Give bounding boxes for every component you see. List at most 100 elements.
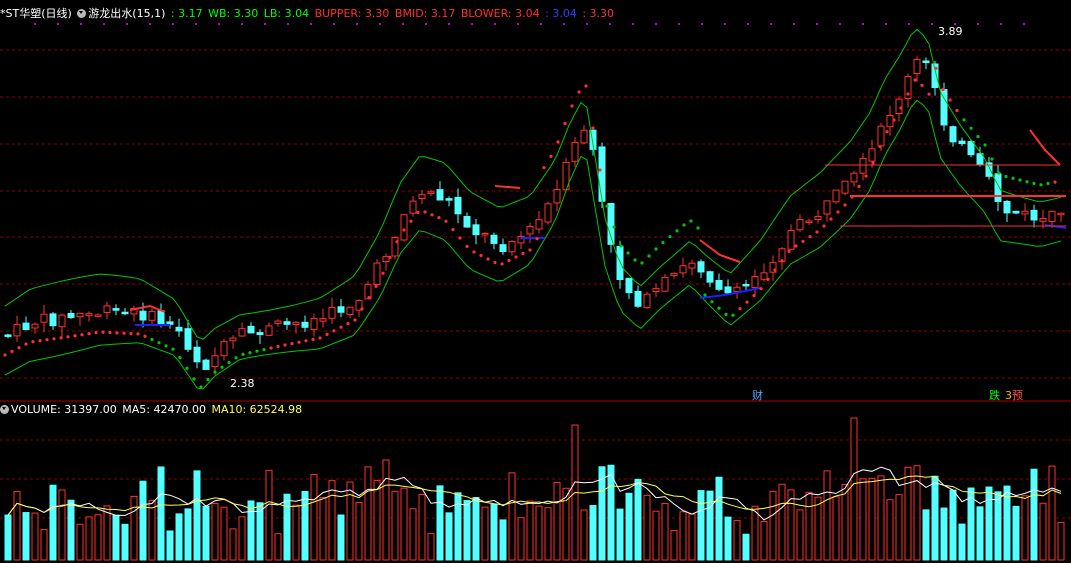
volume-bar-up	[679, 511, 687, 561]
up-candle	[292, 321, 300, 326]
sar-dot	[115, 331, 119, 335]
sar-dot	[787, 249, 791, 253]
indicator-menu-icon[interactable]	[77, 9, 87, 18]
price-chart[interactable]	[3, 23, 1067, 390]
sar-dot	[52, 337, 56, 341]
down-candle	[949, 126, 957, 143]
volume-bar-up	[832, 496, 840, 561]
forecast-marker[interactable]: 3预	[1005, 387, 1023, 403]
down-candle	[625, 277, 633, 294]
up-candle	[400, 214, 408, 241]
sar-dot	[311, 337, 315, 341]
sar-dot	[640, 261, 644, 265]
volume-bar-up	[1048, 465, 1056, 561]
volume-bar-down	[1012, 505, 1020, 561]
volume-bar-up	[31, 512, 39, 561]
volume-bar-down	[175, 513, 183, 561]
volume-bar-up	[661, 503, 669, 561]
sar-dot	[584, 84, 588, 88]
sar-dot	[710, 300, 714, 304]
up-candle	[877, 125, 885, 147]
volume-bar-down	[589, 505, 597, 561]
down-candle	[922, 60, 930, 63]
sar-dot	[556, 140, 560, 144]
down-candle	[472, 224, 480, 236]
sar-dot	[626, 251, 630, 255]
sar-dot	[45, 338, 49, 342]
sar-dot	[521, 251, 525, 256]
low-price-label: 2.38	[230, 377, 255, 390]
sar-dot	[962, 118, 966, 122]
sar-dot	[570, 104, 574, 108]
sar-dot	[416, 210, 420, 215]
up-candle	[868, 148, 876, 162]
chart-title[interactable]: *ST华塑(日线)	[0, 7, 72, 20]
drop-marker[interactable]: 跌	[989, 387, 1000, 403]
top-marker-dot	[172, 23, 174, 25]
top-marker-dot	[701, 23, 703, 25]
sar-dot	[857, 184, 861, 189]
indicator-name[interactable]: 游龙出水(15,1)	[88, 7, 165, 20]
sar-dot	[605, 204, 609, 208]
top-marker-dot	[862, 23, 864, 25]
top-marker-dot	[540, 23, 542, 25]
top-marker-dot	[609, 23, 611, 25]
top-marker-dot	[839, 23, 841, 25]
sar-dot	[465, 244, 469, 248]
volume-bar-down	[472, 497, 480, 561]
sar-dot	[801, 239, 805, 243]
main-indicator-header: *ST华塑(日线) 游龙出水(15,1) : 3.17 WB: 3.30 LB:…	[0, 7, 616, 21]
volume-chart[interactable]	[4, 417, 1065, 561]
volume-bar-up	[652, 510, 660, 561]
up-candle	[661, 277, 669, 292]
sar-dot	[528, 248, 532, 252]
volume-bar-down	[112, 514, 120, 561]
down-candle	[499, 244, 507, 252]
sar-dot	[843, 203, 847, 207]
up-candle	[238, 328, 246, 337]
volume-bar-down	[247, 500, 255, 561]
top-marker-dot	[356, 23, 358, 25]
volume-bar-down	[157, 466, 165, 561]
up-candle	[373, 262, 381, 285]
volume-bar-up	[94, 514, 102, 561]
sar-dot	[185, 366, 189, 370]
down-candle	[742, 283, 750, 287]
sar-dot	[17, 346, 21, 350]
volume-bar-up	[211, 502, 219, 561]
down-candle	[247, 325, 255, 334]
wb-value: WB: 3.30	[208, 7, 259, 20]
volume-bar-up	[427, 533, 435, 561]
sar-dot	[948, 98, 952, 102]
up-candle	[544, 203, 552, 223]
volume-bar-up	[859, 478, 867, 561]
sar-dot	[871, 161, 875, 165]
volume-menu-icon[interactable]	[0, 405, 9, 414]
top-marker-dot	[977, 23, 979, 25]
sar-dot	[542, 166, 546, 170]
top-marker-dot	[471, 23, 473, 25]
finance-marker[interactable]: 财	[752, 387, 763, 403]
sar-dot	[612, 225, 616, 229]
sar-dot	[983, 143, 987, 147]
sar-dot	[206, 377, 210, 382]
sar-dot	[269, 346, 273, 350]
sar-dot	[136, 332, 140, 336]
volume-bar-down	[949, 489, 957, 561]
down-candle	[301, 321, 309, 328]
volume-value: VOLUME: 31397.00	[11, 403, 117, 416]
volume-bar-up	[868, 477, 876, 561]
sar-dot	[577, 90, 581, 94]
sar-dot	[1011, 176, 1015, 180]
sar-dot	[101, 330, 105, 334]
sar-dot	[752, 294, 756, 298]
up-candle	[481, 232, 489, 236]
sar-dot	[171, 347, 175, 351]
sar-dot	[143, 334, 147, 338]
volume-bar-down	[4, 514, 12, 561]
sar-dot	[780, 259, 784, 263]
volume-bar-up	[814, 496, 822, 561]
sar-dot	[892, 118, 896, 122]
chart-canvas[interactable]	[0, 0, 1071, 563]
sar-dot	[339, 325, 343, 329]
